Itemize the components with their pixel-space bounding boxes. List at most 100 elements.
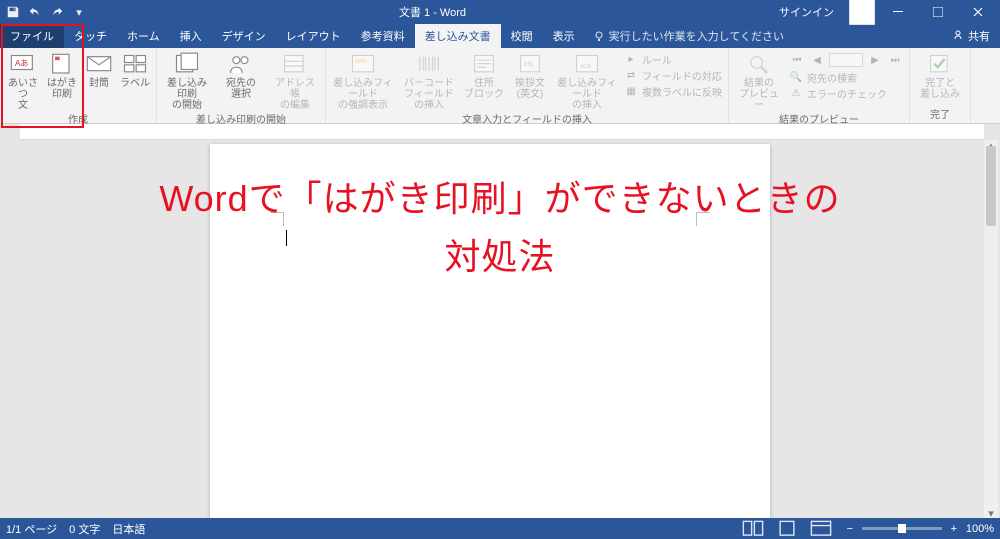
ribbon: Aあ あいさつ 文 はがき 印刷 封筒 ラベル 作成 差し込み印刷 の開始 [0, 48, 1000, 124]
svg-text:Hi: Hi [524, 59, 533, 69]
tab-layout[interactable]: レイアウト [276, 24, 351, 48]
svg-text:Aあ: Aあ [15, 59, 29, 68]
tab-mailings[interactable]: 差し込み文書 [415, 24, 501, 48]
zoom-control: − + 100% [844, 523, 994, 535]
edit-recipients-button: アドレス帳 の編集 [271, 50, 319, 111]
read-mode-icon[interactable] [742, 521, 764, 537]
redo-icon[interactable] [50, 5, 64, 19]
qat-dropdown-icon[interactable]: ▾ [72, 5, 86, 19]
prev-record-icon: ◀ [809, 53, 825, 67]
status-bar: 1/1 ページ 0 文字 日本語 − + 100% [0, 518, 1000, 539]
quick-access-toolbar: ▾ [0, 5, 86, 19]
rules-stack: ▸ルール ⇄フィールドの対応 ▦複数ラベルに反映 [624, 50, 722, 99]
select-recipients-icon [227, 52, 255, 76]
tab-review[interactable]: 校閲 [501, 24, 543, 48]
status-page[interactable]: 1/1 ページ [6, 521, 57, 537]
zoom-out-button[interactable]: − [844, 523, 856, 535]
label-icon [121, 52, 149, 76]
document-page[interactable] [210, 144, 770, 518]
margin-mark-top-right [696, 212, 710, 226]
start-merge-icon [173, 52, 201, 76]
rules-item: ▸ルール [624, 52, 722, 67]
insert-merge-field-button: «» 差し込みフィールド の挿入 [556, 50, 618, 111]
next-record-icon: ▶ [867, 53, 883, 67]
select-recipients-button[interactable]: 宛先の 選択 [217, 50, 265, 100]
tab-file[interactable]: ファイル [0, 24, 64, 48]
last-record-icon: ⏭ [887, 53, 903, 67]
minimize-button[interactable] [880, 0, 916, 24]
tell-me-placeholder: 実行したい作業を入力してください [609, 28, 784, 44]
highlight-merge-fields-button: 差し込みフィールド の強調表示 [332, 50, 394, 111]
check-errors-icon: ⚠ [789, 88, 803, 100]
address-block-icon [470, 52, 498, 76]
tab-design[interactable]: デザイン [212, 24, 276, 48]
group-finish: 完了と 差し込み 完了 [910, 48, 971, 123]
tab-references[interactable]: 参考資料 [351, 24, 415, 48]
label-button[interactable]: ラベル [120, 50, 150, 89]
preview-results-icon [745, 52, 773, 76]
document-area: ▴ ▾ [0, 124, 1000, 518]
group-preview: 結果の プレビュー ⏮ ◀ ▶ ⏭ 🔍宛先の検索 ⚠エラーのチェック 結果のプレ… [729, 48, 910, 123]
barcode-field-button: バーコード フィールドの挿入 [400, 50, 458, 111]
find-recipient-item: 🔍宛先の検索 [789, 70, 903, 85]
preview-results-button: 結果の プレビュー [735, 50, 783, 111]
print-layout-icon[interactable] [776, 521, 798, 537]
tab-view[interactable]: 表示 [543, 24, 585, 48]
close-button[interactable] [960, 0, 996, 24]
text-cursor [286, 230, 287, 246]
tab-touch[interactable]: タッチ [64, 24, 117, 48]
envelope-button[interactable]: 封筒 [84, 50, 114, 89]
signin-link[interactable]: サインイン [779, 4, 834, 20]
hagaki-print-button[interactable]: はがき 印刷 [46, 50, 78, 100]
share-button[interactable]: 共有 [942, 24, 1000, 48]
address-block-button: 住所 ブロック [464, 50, 504, 100]
group-finish-label: 完了 [916, 106, 964, 123]
svg-text:«»: «» [580, 61, 592, 72]
record-nav: ⏮ ◀ ▶ ⏭ [789, 50, 903, 68]
highlight-fields-icon [349, 52, 377, 76]
rules-icon: ▸ [624, 54, 638, 66]
scroll-down-icon[interactable]: ▾ [984, 506, 998, 518]
group-write-insert: 差し込みフィールド の強調表示 バーコード フィールドの挿入 住所 ブロック H… [326, 48, 729, 123]
envelope-icon [85, 52, 113, 76]
group-start-merge: 差し込み印刷 の開始 宛先の 選択 アドレス帳 の編集 差し込み印刷の開始 [157, 48, 326, 123]
record-number-field [829, 53, 863, 67]
zoom-slider-knob[interactable] [898, 524, 906, 533]
aisatsu-button[interactable]: Aあ あいさつ 文 [6, 50, 40, 111]
zoom-slider[interactable] [862, 527, 942, 530]
match-fields-item: ⇄フィールドの対応 [624, 68, 722, 83]
aisatsu-icon: Aあ [9, 52, 37, 76]
web-layout-icon[interactable] [810, 521, 832, 537]
scroll-thumb[interactable] [986, 146, 996, 226]
first-record-icon: ⏮ [789, 53, 805, 67]
undo-icon[interactable] [28, 5, 42, 19]
group-create: Aあ あいさつ 文 はがき 印刷 封筒 ラベル 作成 [0, 48, 157, 123]
barcode-icon [415, 52, 443, 76]
ribbon-tabs: ファイル タッチ ホーム 挿入 デザイン レイアウト 参考資料 差し込み文書 校… [0, 24, 1000, 48]
status-word-count[interactable]: 0 文字 [69, 521, 100, 537]
share-label: 共有 [968, 28, 990, 44]
tab-home[interactable]: ホーム [117, 24, 170, 48]
zoom-percent[interactable]: 100% [966, 523, 994, 535]
window-title: 文書 1 - Word [86, 4, 779, 20]
maximize-button[interactable] [920, 0, 956, 24]
lightbulb-icon [593, 30, 605, 42]
edit-recipients-icon [281, 52, 309, 76]
ribbon-display-options-icon[interactable] [848, 0, 876, 26]
status-language[interactable]: 日本語 [112, 521, 145, 537]
tab-insert[interactable]: 挿入 [170, 24, 212, 48]
finish-merge-icon [926, 52, 954, 76]
greeting-line-icon: Hi [516, 52, 544, 76]
finish-merge-button: 完了と 差し込み [916, 50, 964, 100]
share-icon [952, 29, 964, 44]
zoom-in-button[interactable]: + [948, 523, 960, 535]
hagaki-icon [48, 52, 76, 76]
check-errors-item: ⚠エラーのチェック [789, 86, 903, 101]
save-icon[interactable] [6, 5, 20, 19]
title-bar: ▾ 文書 1 - Word サインイン [0, 0, 1000, 24]
tell-me-search[interactable]: 実行したい作業を入力してください [585, 24, 784, 48]
start-mail-merge-button[interactable]: 差し込み印刷 の開始 [163, 50, 211, 111]
greeting-line-button: Hi 挨拶文 (英文) [510, 50, 550, 100]
horizontal-ruler[interactable] [20, 124, 984, 140]
vertical-scrollbar[interactable]: ▴ ▾ [984, 140, 998, 518]
